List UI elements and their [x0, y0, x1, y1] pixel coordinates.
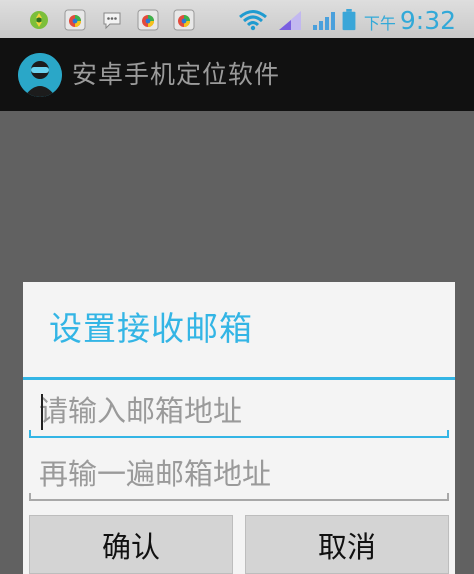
message-icon [103, 12, 121, 30]
signal-icon [279, 11, 301, 30]
confirm-email-field[interactable] [29, 449, 449, 501]
clock-time: 9:32 [399, 6, 456, 35]
app-icon [137, 9, 159, 31]
email-input[interactable] [29, 386, 449, 436]
app-icon [173, 9, 195, 31]
app-icon [64, 9, 86, 31]
clock-period: 下午 [363, 14, 396, 33]
signal-icon [313, 12, 335, 30]
app-title: 安卓手机定位软件 [72, 60, 281, 89]
app-logo-icon[interactable] [18, 53, 62, 97]
dialog-title: 设置接收邮箱 [49, 309, 253, 348]
action-bar: 安卓手机定位软件 [0, 38, 474, 111]
status-bar: 下午 9:32 [0, 0, 474, 38]
wifi-icon [239, 10, 267, 31]
title-divider [23, 377, 455, 380]
battery-icon [342, 9, 356, 31]
confirm-email-input[interactable] [29, 449, 449, 499]
email-field[interactable] [29, 386, 449, 438]
set-email-dialog: 设置接收邮箱 确认 取消 [23, 282, 455, 574]
confirm-button[interactable]: 确认 [29, 515, 233, 574]
clock: 下午 9:32 [364, 5, 456, 35]
text-caret [41, 394, 43, 430]
cancel-button[interactable]: 取消 [245, 515, 449, 574]
sync-icon [30, 11, 48, 29]
